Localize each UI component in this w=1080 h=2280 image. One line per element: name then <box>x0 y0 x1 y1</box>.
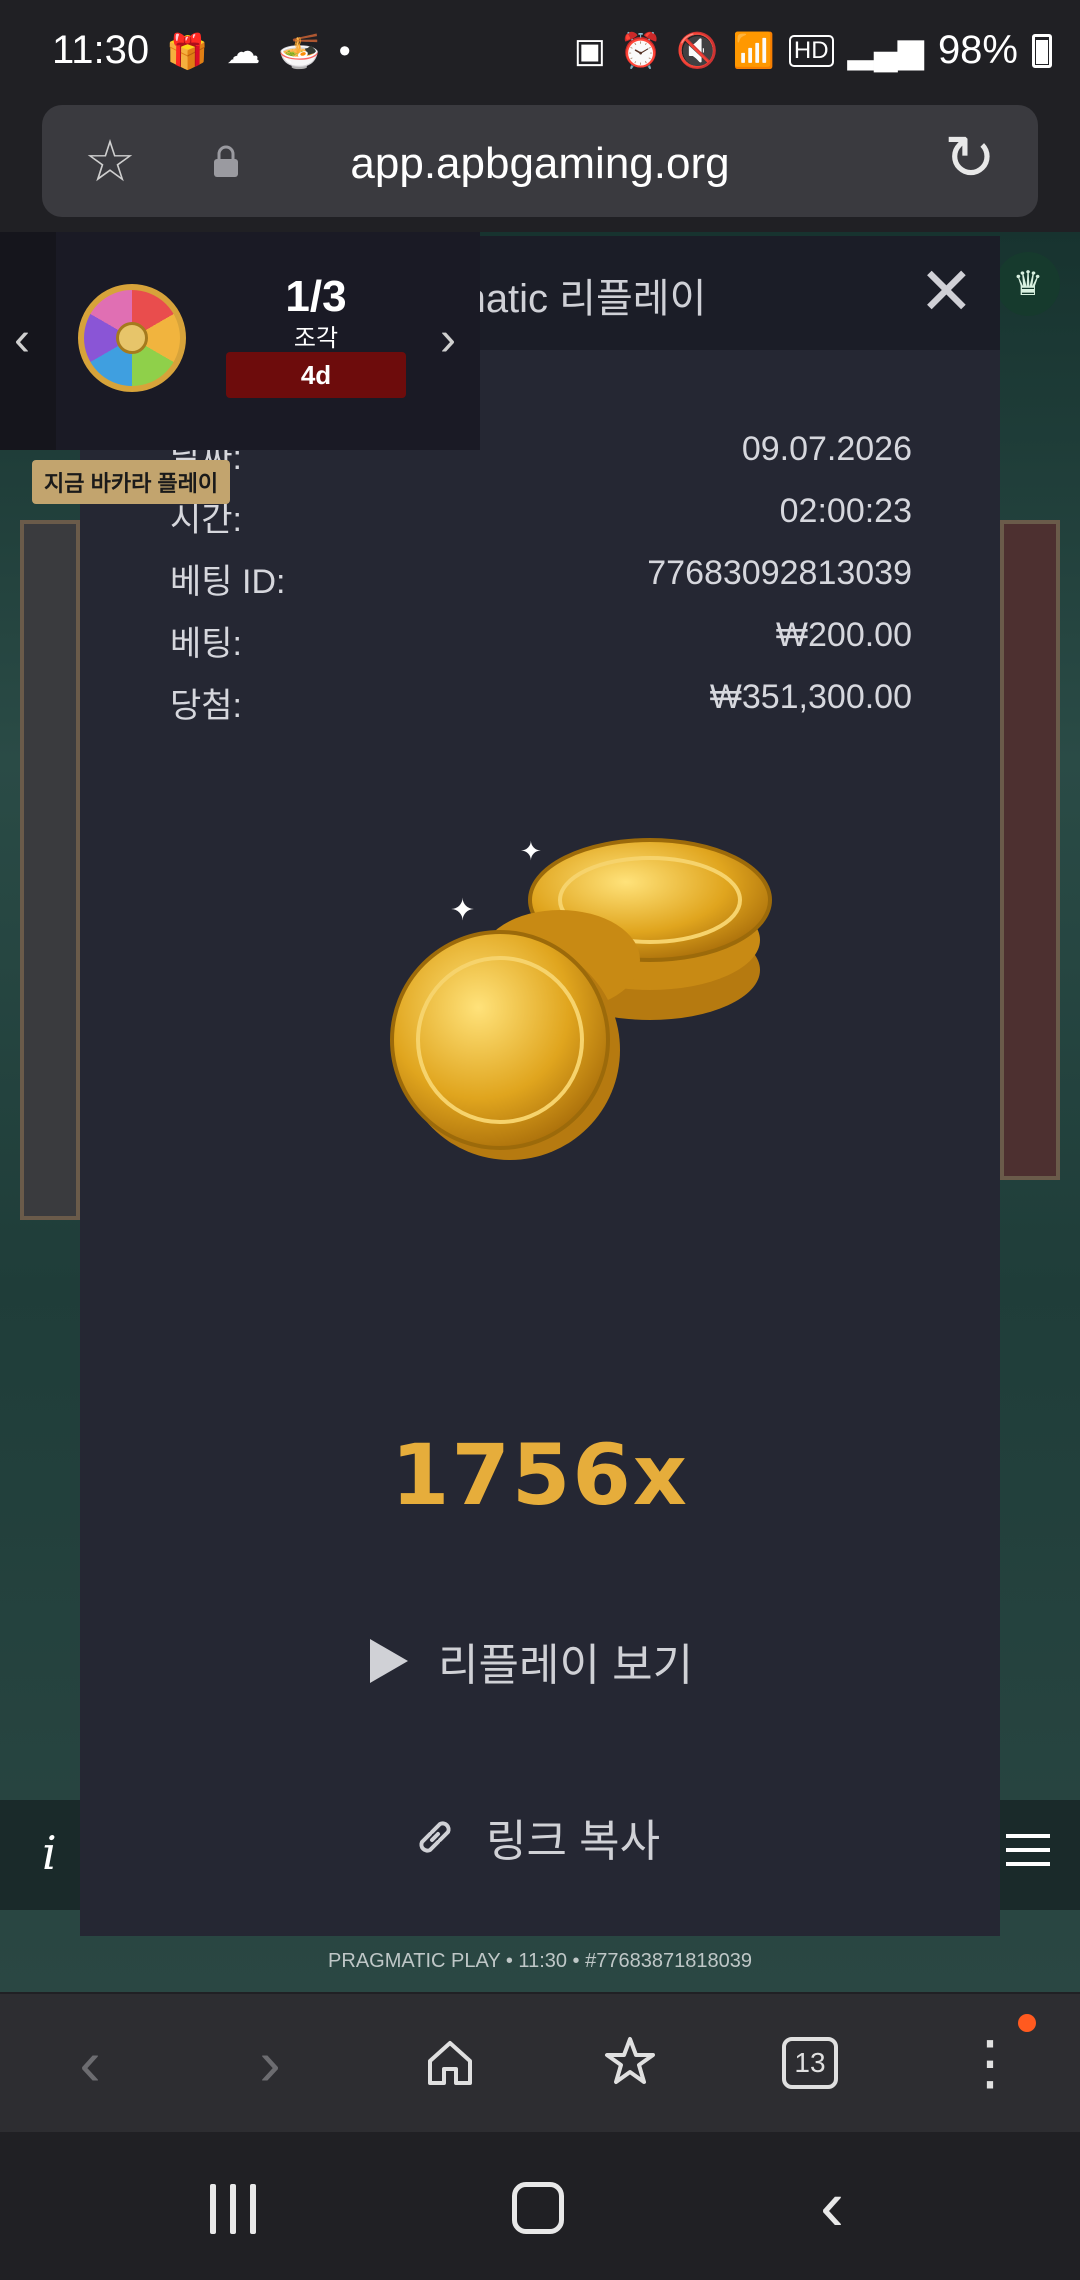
bookmarks-shape <box>605 2037 655 2084</box>
gift-icon: 🎁 <box>166 33 209 71</box>
cloud-icon: ☁ <box>226 33 261 71</box>
nav-back-icon[interactable]: ‹ <box>820 2170 844 2242</box>
status-time: 11:30 <box>52 28 150 72</box>
alarm-icon: ⏰ <box>619 31 663 70</box>
browser-toolbar: ‹ › 13 ⋮ <box>0 1994 1080 2132</box>
promo-unit: 조각 <box>293 325 339 352</box>
home-icon[interactable] <box>400 1994 500 2132</box>
play-icon <box>370 1639 408 1683</box>
bookmarks-icon[interactable] <box>580 1994 680 2132</box>
link-icon <box>419 1821 451 1853</box>
promo-tag[interactable]: 지금 바카라 플레이 <box>32 460 231 504</box>
gold-coins-icon: ✦ ✦ <box>390 837 772 1160</box>
tab-count: 13 <box>782 2037 838 2089</box>
watch-replay-label: 리플레이 보기 <box>438 1641 694 1690</box>
dot-icon: • <box>338 32 351 70</box>
promo-count: 1/3 <box>285 272 347 321</box>
bowl-icon: 🍜 <box>278 33 321 71</box>
info-label: 당첨: <box>170 687 243 725</box>
nav-home-icon[interactable] <box>512 2182 564 2234</box>
battery-icon <box>1032 33 1052 68</box>
svg-text:✦: ✦ <box>450 893 475 928</box>
status-right-icons: ▣ ⏰ 🔇 📶 HD ▂▄▆ 98% <box>574 28 1052 73</box>
info-value: 09.07.2026 <box>741 430 912 468</box>
close-icon[interactable]: ✕ <box>919 258 974 324</box>
hd-icon: HD <box>788 34 834 67</box>
recents-icon[interactable] <box>210 2184 256 2234</box>
prize-wheel-icon <box>78 284 186 392</box>
info-label: 베팅: <box>170 625 243 663</box>
copy-link-button[interactable]: 링크 복사 <box>410 1802 660 1872</box>
forward-icon[interactable]: › <box>220 1994 320 2132</box>
home-shape <box>428 2041 472 2085</box>
battery-percent: 98% <box>937 28 1018 72</box>
info-value: ₩351,300.00 <box>709 678 912 716</box>
copy-link-label: 링크 복사 <box>486 1817 661 1866</box>
game-footer-caption: PRAGMATIC PLAY • 11:30 • #77683871818039 <box>328 1950 752 1972</box>
mute-icon: 🔇 <box>676 31 719 70</box>
svg-text:✦: ✦ <box>520 837 542 867</box>
wheel-center <box>116 322 148 354</box>
chevron-left-icon[interactable]: ‹ <box>14 312 30 367</box>
info-value: 02:00:23 <box>779 492 912 530</box>
menu-icon[interactable] <box>1006 1834 1050 1866</box>
info-label: 베팅 ID: <box>170 563 286 601</box>
info-icon[interactable]: i <box>42 1826 57 1880</box>
notification-dot <box>1018 2014 1036 2032</box>
tabs-button[interactable]: 13 <box>760 1994 860 2132</box>
address-bar[interactable]: ☆ app.apbgaming.org ↻ <box>42 105 1038 217</box>
watch-replay-button[interactable]: 리플레이 보기 <box>370 1626 693 1696</box>
signal-icon: ▂▄▆ <box>847 31 924 70</box>
crown-icon[interactable]: ♛ <box>996 252 1060 316</box>
multiplier-text: 1756x <box>391 1426 689 1524</box>
status-bar: 11:30 🎁 ☁ 🍜 • ▣ ⏰ 🔇 📶 HD ▂▄▆ 98% <box>0 0 1080 100</box>
reload-icon[interactable]: ↻ <box>944 127 996 191</box>
chevron-right-icon[interactable]: › <box>440 312 456 367</box>
battery-saver-icon: ▣ <box>573 31 606 70</box>
wifi-icon: 📶 <box>732 31 775 70</box>
system-nav-bar: ‹ <box>0 2132 1080 2280</box>
info-value: ₩200.00 <box>775 616 912 654</box>
status-left-icons: 🎁 ☁ 🍜 • <box>166 32 351 72</box>
info-value: 77683092813039 <box>647 554 912 592</box>
back-icon[interactable]: ‹ <box>40 1994 140 2132</box>
game-reel-right <box>1000 520 1060 1180</box>
promo-days-left: 4d <box>226 352 406 398</box>
promo-widget[interactable]: ‹ 1/3 조각 4d › <box>0 232 480 450</box>
url-text[interactable]: app.apbgaming.org <box>42 139 1038 189</box>
game-reel-left <box>20 520 80 1220</box>
